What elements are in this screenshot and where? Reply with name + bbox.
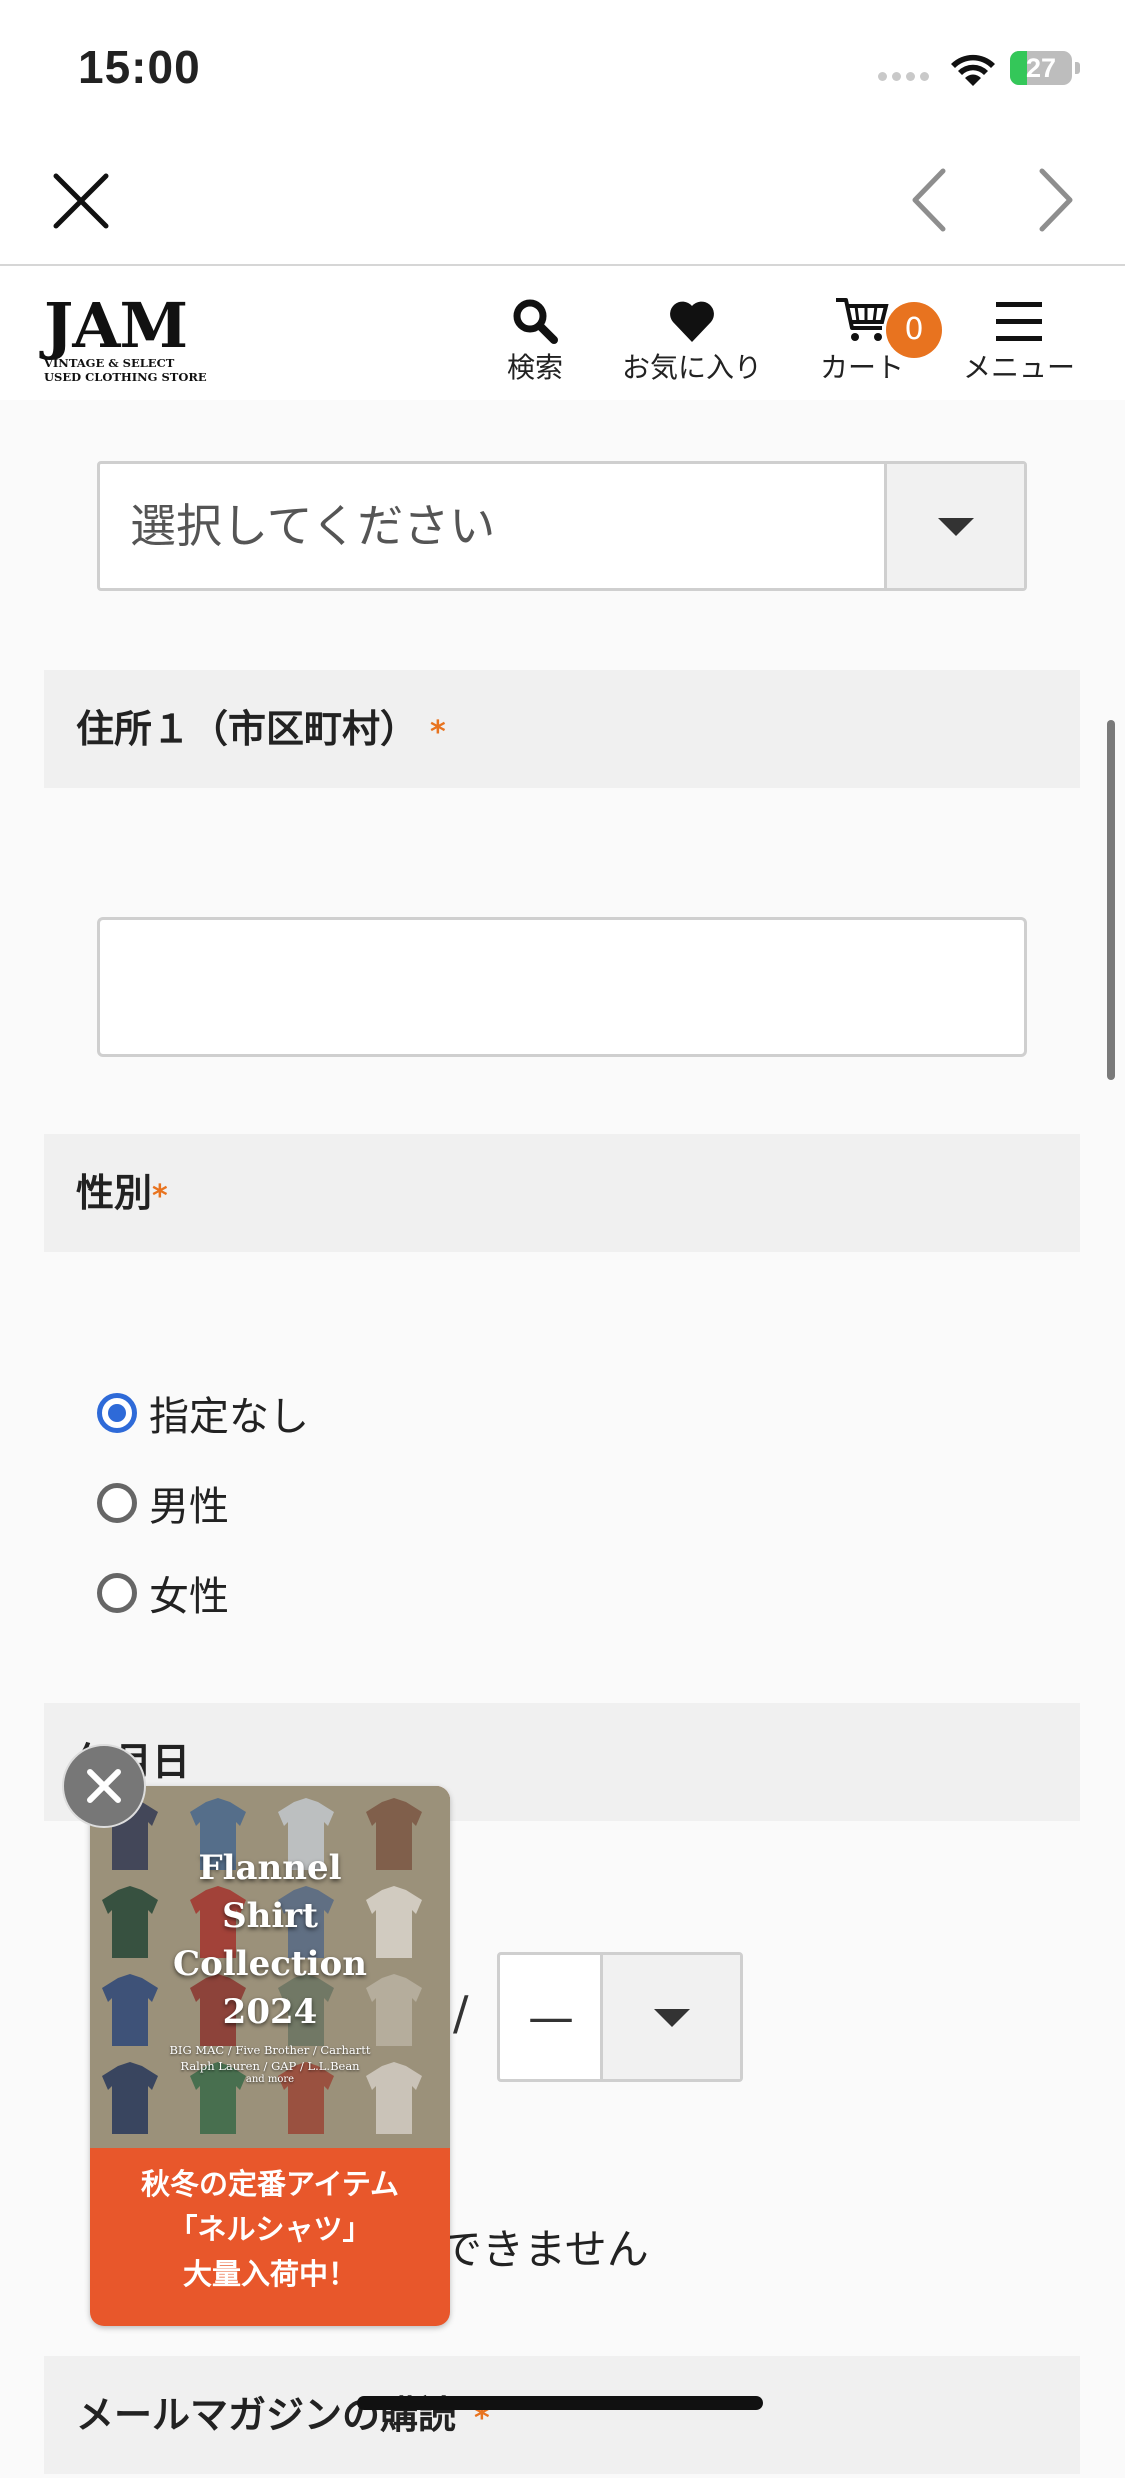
hamburger-menu-icon bbox=[996, 302, 1042, 341]
close-icon bbox=[87, 1769, 121, 1803]
prefecture-select[interactable]: 選択してください bbox=[97, 461, 1027, 591]
battery-cap bbox=[1075, 62, 1080, 74]
required-mark: * bbox=[152, 1179, 168, 1214]
logo-tagline-2: USED CLOTHING STORE bbox=[44, 370, 207, 384]
cellular-signal-icon bbox=[878, 72, 929, 81]
logo-tagline-1: VINTAGE & SELECT bbox=[44, 356, 175, 370]
chevron-right-icon[interactable] bbox=[1030, 165, 1080, 235]
home-indicator[interactable] bbox=[357, 2396, 763, 2410]
favorites-button[interactable]: お気に入り bbox=[615, 288, 769, 386]
address1-input[interactable] bbox=[97, 917, 1027, 1057]
heart-icon bbox=[670, 301, 714, 342]
gender-option-female[interactable]: 女性 bbox=[97, 1563, 229, 1623]
status-bar: 15:00 27 bbox=[0, 0, 1125, 130]
logo-text: JAM bbox=[44, 289, 188, 362]
address1-label: 住所１（市区町村） * bbox=[76, 707, 446, 751]
birth-day-select[interactable]: — bbox=[497, 1952, 743, 2082]
search-button[interactable]: 検索 bbox=[500, 288, 570, 386]
banner-close-button[interactable] bbox=[62, 1744, 146, 1828]
menu-button[interactable]: メニュー bbox=[960, 288, 1078, 386]
gender-option-label: 指定なし bbox=[149, 1394, 309, 1440]
banner-brands-line: Ralph Lauren / GAP / L.L.Bean bbox=[180, 2059, 360, 2073]
close-icon[interactable] bbox=[50, 170, 112, 232]
banner-title-line: Shirt bbox=[222, 1896, 318, 1936]
banner-title: Flannel Shirt Collection 2024 bbox=[90, 1844, 450, 2036]
date-separator: / bbox=[453, 1986, 469, 2040]
gender-option-label: 男性 bbox=[149, 1484, 229, 1530]
required-mark: * bbox=[430, 715, 446, 750]
radio-button[interactable] bbox=[97, 1483, 137, 1523]
gender-option-unspecified[interactable]: 指定なし bbox=[97, 1383, 309, 1443]
gender-section-header: 性別* bbox=[44, 1134, 1080, 1252]
gender-label: 性別* bbox=[76, 1171, 168, 1215]
banner-image: Flannel Shirt Collection 2024 BIG MAC / … bbox=[90, 1786, 450, 2148]
birth-day-value: — bbox=[528, 1990, 574, 2044]
cart-icon bbox=[836, 298, 889, 341]
promo-banner[interactable]: Flannel Shirt Collection 2024 BIG MAC / … bbox=[90, 1786, 450, 2326]
status-time: 15:00 bbox=[78, 41, 201, 93]
chevron-left-icon[interactable] bbox=[905, 165, 955, 235]
radio-button[interactable] bbox=[97, 1393, 137, 1433]
birthday-note: できません bbox=[440, 2225, 649, 2274]
banner-caption-line: 「ネルシャツ」 bbox=[168, 2212, 372, 2246]
browser-toolbar bbox=[0, 130, 1125, 266]
banner-caption: 秋冬の定番アイテム 「ネルシャツ」 大量入荷中！ bbox=[90, 2162, 450, 2297]
favorites-label: お気に入り bbox=[621, 351, 762, 384]
banner-caption-line: 大量入荷中！ bbox=[182, 2257, 357, 2291]
gender-option-male[interactable]: 男性 bbox=[97, 1473, 229, 1533]
cart-label: カート bbox=[819, 351, 904, 384]
newsletter-label: メールマガジンの購読 * bbox=[76, 2393, 490, 2437]
banner-brands: BIG MAC / Five Brother / Carhartt Ralph … bbox=[90, 2042, 450, 2074]
banner-caption-line: 秋冬の定番アイテム bbox=[140, 2167, 400, 2201]
search-label: 検索 bbox=[506, 351, 563, 384]
newsletter-section-header: メールマガジンの購読 * bbox=[44, 2356, 1080, 2474]
birth-day-select-toggle[interactable] bbox=[600, 1955, 740, 2079]
search-icon bbox=[513, 299, 558, 344]
banner-title-line: Flannel bbox=[198, 1848, 342, 1888]
site-logo[interactable]: JAM VINTAGE & SELECT USED CLOTHING STORE bbox=[44, 289, 224, 385]
battery-icon: 27 bbox=[1010, 51, 1072, 85]
cart-count-badge: 0 bbox=[886, 302, 942, 358]
battery-level: 27 bbox=[1025, 53, 1057, 83]
menu-label: メニュー bbox=[962, 351, 1075, 384]
site-header: JAM VINTAGE & SELECT USED CLOTHING STORE… bbox=[0, 266, 1125, 400]
banner-title-line: 2024 bbox=[222, 1992, 318, 2032]
prefecture-select-value: 選択してください bbox=[130, 499, 496, 553]
prefecture-select-toggle[interactable] bbox=[884, 464, 1024, 588]
wifi-icon bbox=[951, 54, 995, 86]
address1-section-header: 住所１（市区町村） * bbox=[44, 670, 1080, 788]
caret-down-icon bbox=[653, 2009, 690, 2027]
banner-brands-line: BIG MAC / Five Brother / Carhartt bbox=[169, 2043, 371, 2057]
gender-option-label: 女性 bbox=[149, 1574, 229, 1620]
caret-down-icon bbox=[937, 518, 974, 536]
radio-button[interactable] bbox=[97, 1573, 137, 1613]
banner-title-line: Collection bbox=[173, 1944, 367, 1984]
scroll-indicator[interactable] bbox=[1107, 720, 1115, 1080]
banner-and-more: and more bbox=[245, 2074, 295, 2085]
